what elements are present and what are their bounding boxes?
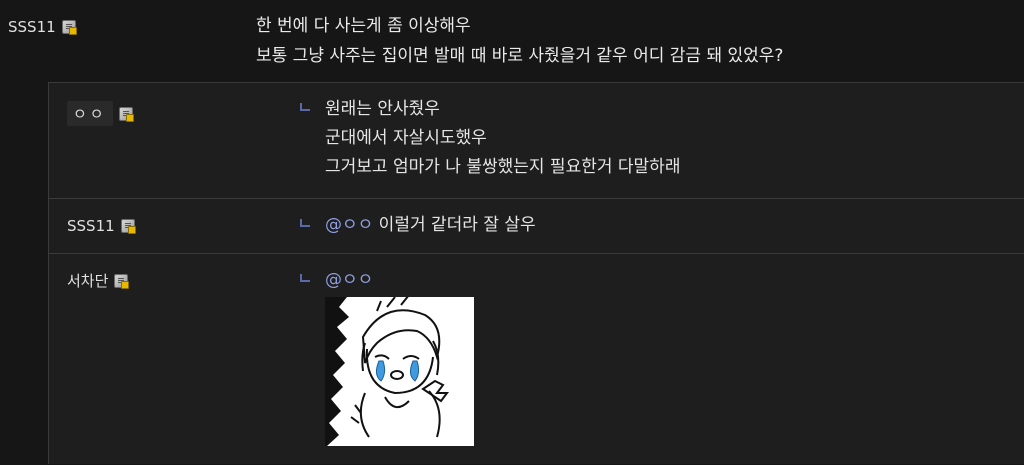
author-name[interactable]: SSS11 bbox=[67, 217, 115, 235]
reply-line: 그거보고 엄마가 나 불쌍했는지 필요한거 다말하래 bbox=[325, 157, 681, 177]
reply-item: 서차단 @ㅇㅇ bbox=[49, 254, 1024, 465]
reply-line: 원래는 안사줬우 bbox=[325, 99, 440, 119]
crying-character-sticker[interactable] bbox=[325, 297, 474, 446]
mention-link[interactable]: @ㅇㅇ bbox=[325, 266, 373, 295]
comment-author[interactable]: SSS11 bbox=[8, 18, 77, 36]
user-badge-icon bbox=[61, 20, 77, 35]
reply-arrow-icon bbox=[300, 274, 310, 282]
reply-text: 이럴거 같더라 잘 살우 bbox=[373, 215, 536, 235]
user-badge-icon bbox=[118, 106, 134, 122]
reply-item: SSS11 @ㅇㅇ 이럴거 같더라 잘 살우 bbox=[49, 199, 1024, 254]
reply-body: @ㅇㅇ 이럴거 같더라 잘 살우 bbox=[325, 211, 536, 240]
reply-list: ㅇㅇ 원래는 안사줬우 군대에서 자살시도했우 그거보고 엄마가 나 불쌍했는지… bbox=[48, 82, 1024, 464]
reply-author[interactable]: SSS11 bbox=[67, 217, 136, 235]
user-badge-icon bbox=[120, 219, 136, 234]
sticker-drawing bbox=[325, 297, 474, 446]
comment-line: 보통 그냥 사주는 집이면 발매 때 바로 사줬을거 같우 어디 감금 돼 있었… bbox=[256, 46, 784, 66]
reply-author[interactable]: ㅇㅇ bbox=[67, 101, 134, 126]
reply-item: ㅇㅇ 원래는 안사줬우 군대에서 자살시도했우 그거보고 엄마가 나 불쌍했는지… bbox=[49, 83, 1024, 199]
parent-comment: SSS11 한 번에 다 사는게 좀 이상해우 보통 그냥 사주는 집이면 발매… bbox=[0, 0, 1024, 82]
mention-link[interactable]: @ㅇㅇ bbox=[325, 215, 373, 235]
reply-arrow-icon bbox=[300, 103, 310, 111]
reply-arrow-icon bbox=[300, 219, 310, 227]
user-badge-icon bbox=[114, 273, 130, 289]
author-name[interactable]: 서차단 bbox=[67, 270, 108, 291]
author-name[interactable]: ㅇㅇ bbox=[67, 101, 113, 126]
author-name[interactable]: SSS11 bbox=[8, 18, 56, 36]
reply-line: 군대에서 자살시도했우 bbox=[325, 128, 487, 148]
comment-line: 한 번에 다 사는게 좀 이상해우 bbox=[256, 16, 471, 36]
reply-author[interactable]: 서차단 bbox=[67, 270, 130, 291]
reply-body: @ㅇㅇ bbox=[325, 266, 373, 295]
reply-body: 원래는 안사줬우 군대에서 자살시도했우 그거보고 엄마가 나 불쌍했는지 필요… bbox=[325, 95, 680, 182]
comment-body: 한 번에 다 사는게 좀 이상해우 보통 그냥 사주는 집이면 발매 때 바로 … bbox=[256, 11, 783, 71]
